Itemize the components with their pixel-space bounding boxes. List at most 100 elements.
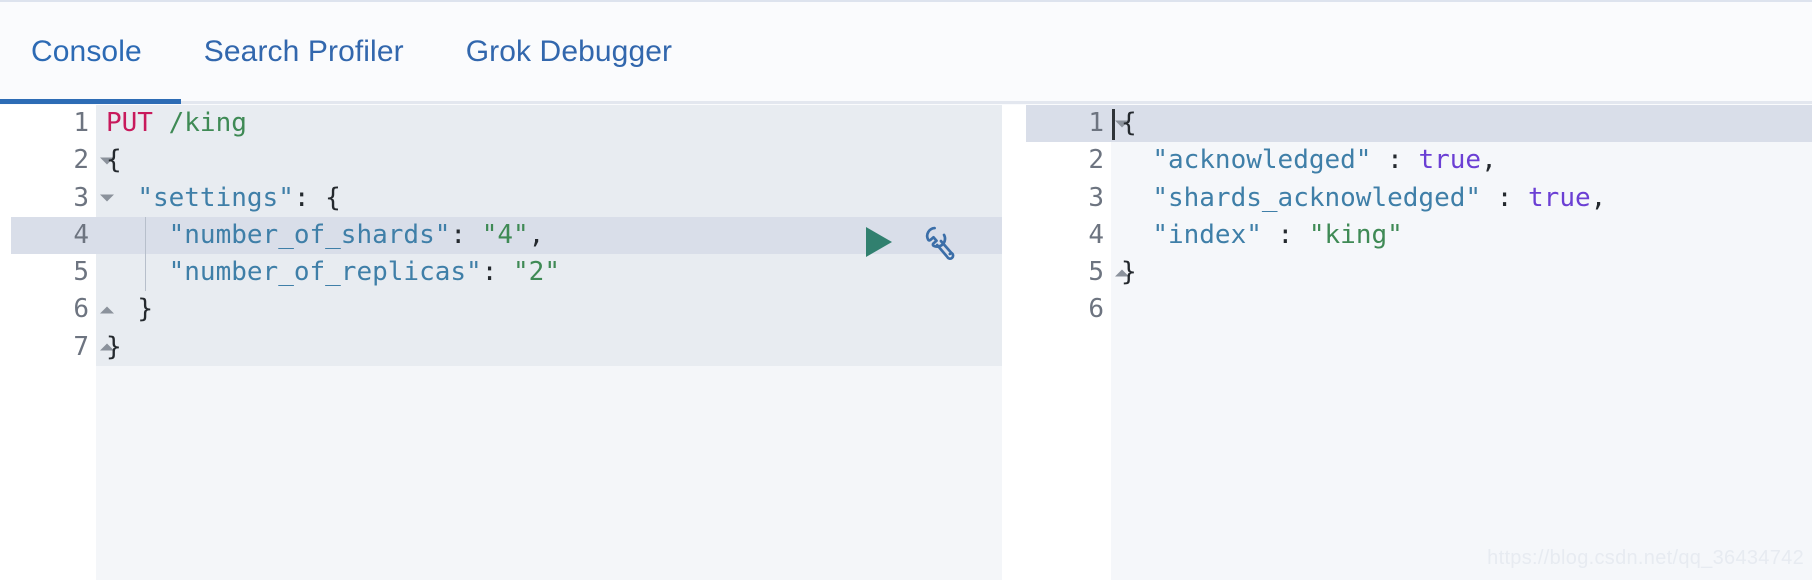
code-token: true	[1528, 182, 1591, 213]
line-number: 2	[1088, 145, 1104, 176]
tab-active-indicator	[0, 99, 181, 104]
code-token: ,	[528, 219, 545, 250]
code-line-content[interactable]: }	[96, 291, 1002, 328]
code-line-content[interactable]: "settings": {	[96, 180, 1002, 217]
editor-line[interactable]: 5 "number_of_replicas": "2"	[11, 254, 1002, 292]
request-gutter-cell[interactable]: 5	[11, 254, 96, 291]
code-token: "shards_acknowledged"	[1152, 182, 1482, 213]
tab-search-profiler-label: Search Profiler	[203, 35, 404, 68]
request-gutter-cell[interactable]: 1	[11, 105, 96, 142]
code-token: "king"	[1308, 219, 1403, 250]
editor-line[interactable]: 6	[1026, 291, 1812, 328]
code-token: "4"	[481, 219, 529, 250]
code-token: "number_of_replicas"	[168, 257, 482, 288]
response-editor-panel[interactable]: 1{2 "acknowledged" : true, 3 "shards_ackn…	[1026, 105, 1812, 580]
code-token: "index"	[1152, 219, 1262, 250]
line-number: 3	[1088, 182, 1104, 213]
watermark: https://blog.csdn.net/qq_36434742	[1487, 547, 1804, 569]
line-number: 5	[73, 257, 89, 288]
request-gutter-cell[interactable]: 6	[11, 291, 114, 328]
code-token: "acknowledged"	[1152, 145, 1372, 176]
line-number: 4	[73, 219, 89, 250]
code-token: {	[1121, 108, 1137, 138]
code-token: :	[450, 219, 482, 250]
tab-console[interactable]: Console	[0, 2, 173, 101]
request-gutter-cell[interactable]: 4	[11, 216, 96, 255]
response-gutter-cell[interactable]: 4	[1026, 217, 1111, 254]
editor-line[interactable]: 6 }	[11, 291, 1002, 328]
code-token: {	[106, 145, 122, 176]
editor-line[interactable]: 1 PUT /king	[11, 105, 1002, 142]
code-token: /king	[168, 108, 247, 138]
editor-line[interactable]: 2{	[11, 142, 1002, 179]
editor-line[interactable]: 5}	[1026, 254, 1812, 291]
indent-guide	[145, 216, 146, 255]
request-gutter-cell[interactable]: 3	[11, 180, 114, 217]
line-number: 2	[73, 145, 89, 176]
code-line-content[interactable]: "index" : "king"	[1111, 217, 1812, 254]
code-token: :	[1481, 182, 1529, 213]
code-token: "settings"	[137, 182, 294, 213]
line-number: 4	[1088, 219, 1104, 250]
response-gutter-cell[interactable]: 5	[1026, 254, 1129, 291]
code-token: }	[1121, 257, 1137, 288]
tab-list: Console Search Profiler Grok Debugger	[0, 2, 703, 101]
indent-guide	[145, 254, 146, 292]
line-number: 5	[1088, 257, 1104, 288]
code-token: "2"	[513, 257, 560, 288]
code-line-content[interactable]: }	[1111, 254, 1812, 291]
code-token: PUT	[106, 108, 153, 138]
tab-grok-debugger[interactable]: Grok Debugger	[435, 2, 703, 101]
request-editor-panel[interactable]: 1 PUT /king 2{3 "settings": {4 "number_of_…	[11, 105, 1002, 580]
line-number: 1	[73, 108, 89, 138]
tab-search-profiler[interactable]: Search Profiler	[173, 2, 435, 101]
code-token: ,	[1481, 145, 1497, 176]
code-token: :	[1371, 145, 1419, 176]
code-token: :	[1261, 219, 1309, 250]
play-icon[interactable]	[866, 227, 892, 257]
response-gutter-cell[interactable]: 1	[1026, 105, 1129, 143]
request-gutter-cell[interactable]: 2	[11, 142, 114, 179]
response-gutter-cell[interactable]: 6	[1026, 291, 1111, 328]
response-editor-lines[interactable]: 1{2 "acknowledged" : true, 3 "shards_ackn…	[1026, 105, 1812, 329]
editor-line[interactable]: 2 "acknowledged" : true,	[1026, 142, 1812, 179]
response-gutter-cell[interactable]: 2	[1026, 142, 1111, 179]
code-line-content[interactable]: }	[96, 329, 1002, 366]
editor-line[interactable]: 3 "settings": {	[11, 180, 1002, 217]
code-token: "number_of_shards"	[168, 219, 451, 250]
code-line-content[interactable]: {	[1111, 105, 1812, 142]
editor-line[interactable]: 4 "number_of_shards": "4",	[11, 216, 1002, 255]
code-token: {	[325, 182, 341, 213]
code-token: true	[1418, 145, 1482, 176]
code-token: }	[106, 331, 122, 362]
tab-console-label: Console	[31, 35, 142, 68]
code-line-content[interactable]	[1111, 291, 1812, 328]
console-editor-area: 1 PUT /king 2{3 "settings": {4 "number_of_…	[0, 105, 1812, 580]
editor-line[interactable]: 7}	[11, 329, 1002, 366]
response-gutter-cell[interactable]: 3	[1026, 180, 1111, 217]
code-token: :	[293, 182, 326, 213]
code-line-content[interactable]: "shards_acknowledged" : true,	[1111, 180, 1812, 217]
code-line-content[interactable]: "acknowledged" : true,	[1111, 142, 1812, 179]
tab-grok-debugger-label: Grok Debugger	[465, 35, 673, 68]
editor-line[interactable]: 3 "shards_acknowledged" : true,	[1026, 180, 1812, 217]
code-line-content[interactable]: {	[96, 142, 1002, 179]
tab-bar-border	[0, 101, 1812, 104]
wrench-icon[interactable]	[921, 223, 959, 261]
request-actions	[866, 223, 959, 261]
line-number: 7	[73, 331, 89, 362]
request-editor-lines[interactable]: 1 PUT /king 2{3 "settings": {4 "number_of_…	[11, 105, 1002, 366]
code-token: ,	[1590, 182, 1607, 213]
editor-line[interactable]: 1{	[1026, 105, 1812, 143]
line-number: 1	[1088, 108, 1104, 138]
line-number: 3	[73, 182, 89, 213]
request-gutter-cell[interactable]: 7	[11, 329, 114, 366]
editor-line[interactable]: 4 "index" : "king"	[1026, 217, 1812, 254]
code-line-content[interactable]: PUT /king	[96, 105, 1002, 142]
